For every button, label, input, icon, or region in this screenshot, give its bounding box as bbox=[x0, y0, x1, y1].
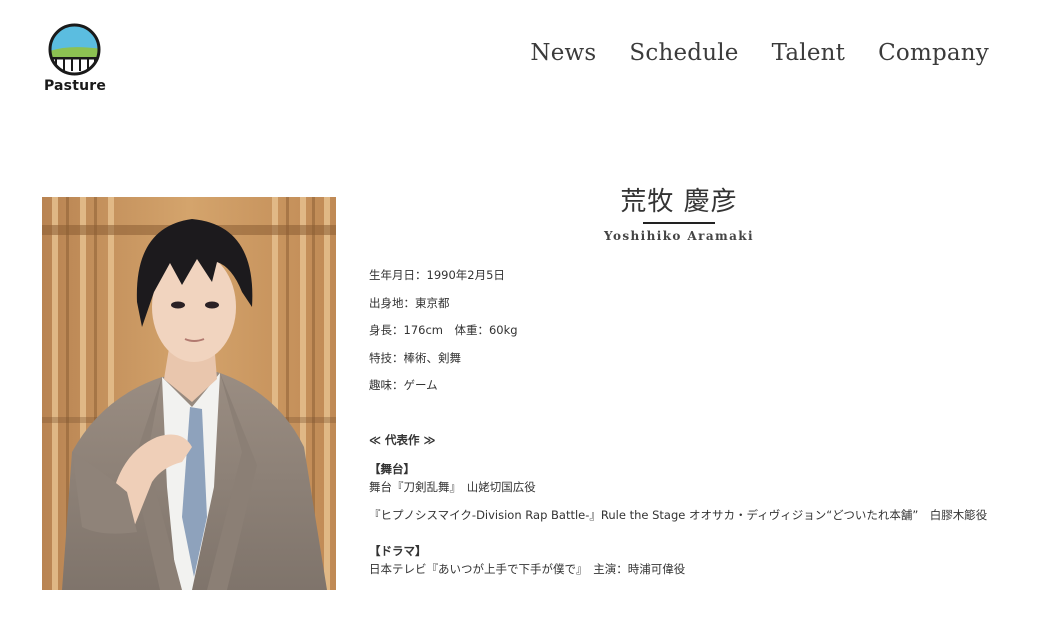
works-category-drama: 【ドラマ】 bbox=[369, 544, 427, 558]
talent-name-block: 荒牧 慶彦 Yoshihiko Aramaki bbox=[370, 184, 988, 243]
talent-name-ja: 荒牧 慶彦 bbox=[620, 187, 738, 217]
nav-news[interactable]: News bbox=[530, 40, 596, 66]
talent-photo bbox=[42, 197, 336, 590]
site-logo[interactable]: Pasture bbox=[40, 22, 110, 97]
pasture-logo-icon bbox=[48, 23, 101, 76]
profile-birthday: 生年月日：1990年2月5日 bbox=[369, 268, 505, 282]
nav-talent[interactable]: Talent bbox=[772, 40, 846, 66]
works-list: 【舞台】 舞台『刀剣乱舞』 山姥切国広役 『ヒプノシスマイク-Division … bbox=[369, 460, 994, 588]
nav-schedule[interactable]: Schedule bbox=[629, 40, 738, 66]
work-item: 日本テレビ『あいつが上手で下手が僕で』 主演：時浦可偉役 bbox=[369, 562, 686, 576]
nav-company[interactable]: Company bbox=[878, 40, 989, 66]
logo-wordmark: Pasture bbox=[43, 78, 107, 94]
work-item: 舞台『刀剣乱舞』 山姥切国広役 bbox=[369, 480, 536, 494]
works-category-stage: 【舞台】 bbox=[369, 462, 415, 476]
profile-birthplace: 出身地：東京都 bbox=[369, 295, 450, 310]
talent-name-en: Yoshihiko Aramaki bbox=[604, 229, 754, 243]
work-item: 『ヒプノシスマイク-Division Rap Battle-』Rule the … bbox=[369, 508, 988, 522]
works-heading: ≪ 代表作 ≫ bbox=[369, 433, 436, 447]
main-nav: News Schedule Talent Company bbox=[530, 40, 989, 66]
profile-details: 生年月日：1990年2月5日 出身地：東京都 身長：176cm 体重：60kg … bbox=[369, 266, 1009, 404]
name-divider bbox=[643, 222, 715, 224]
profile-hobby: 趣味：ゲーム bbox=[369, 378, 438, 392]
portrait-image bbox=[42, 197, 336, 590]
profile-skills: 特技：棒術、剣舞 bbox=[369, 350, 461, 365]
profile-height-weight: 身長：176cm 体重：60kg bbox=[369, 323, 518, 337]
category-spacer bbox=[369, 534, 994, 542]
